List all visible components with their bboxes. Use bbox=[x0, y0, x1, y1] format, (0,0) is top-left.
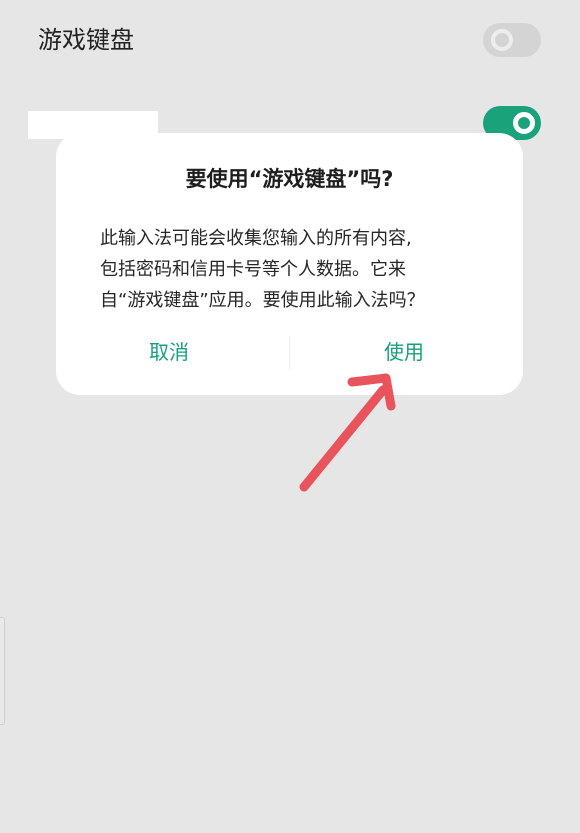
toggle-knob bbox=[491, 29, 513, 51]
setting-title: 游戏键盘 bbox=[38, 26, 134, 54]
confirm-dialog: 要使用“游戏键盘”吗? 此输入法可能会收集您输入的所有内容, 包括密码和信用卡号… bbox=[56, 133, 523, 395]
cancel-button[interactable]: 取消 bbox=[149, 337, 189, 367]
dialog-message-line: 此输入法可能会收集您输入的所有内容, bbox=[100, 228, 412, 249]
dialog-title: 要使用“游戏键盘”吗? bbox=[185, 167, 394, 191]
dialog-message: 此输入法可能会收集您输入的所有内容, 包括密码和信用卡号等个人数据。它来 自“游… bbox=[100, 223, 480, 316]
dialog-message-line: 包括密码和信用卡号等个人数据。它来 bbox=[100, 259, 406, 280]
toggle-switch-off[interactable] bbox=[483, 23, 541, 57]
edge-handle bbox=[0, 617, 5, 725]
arrow-icon bbox=[299, 373, 396, 492]
dialog-message-line: 自“游戏键盘”应用。要使用此输入法吗？ bbox=[100, 290, 425, 311]
toggle-knob bbox=[513, 112, 535, 134]
